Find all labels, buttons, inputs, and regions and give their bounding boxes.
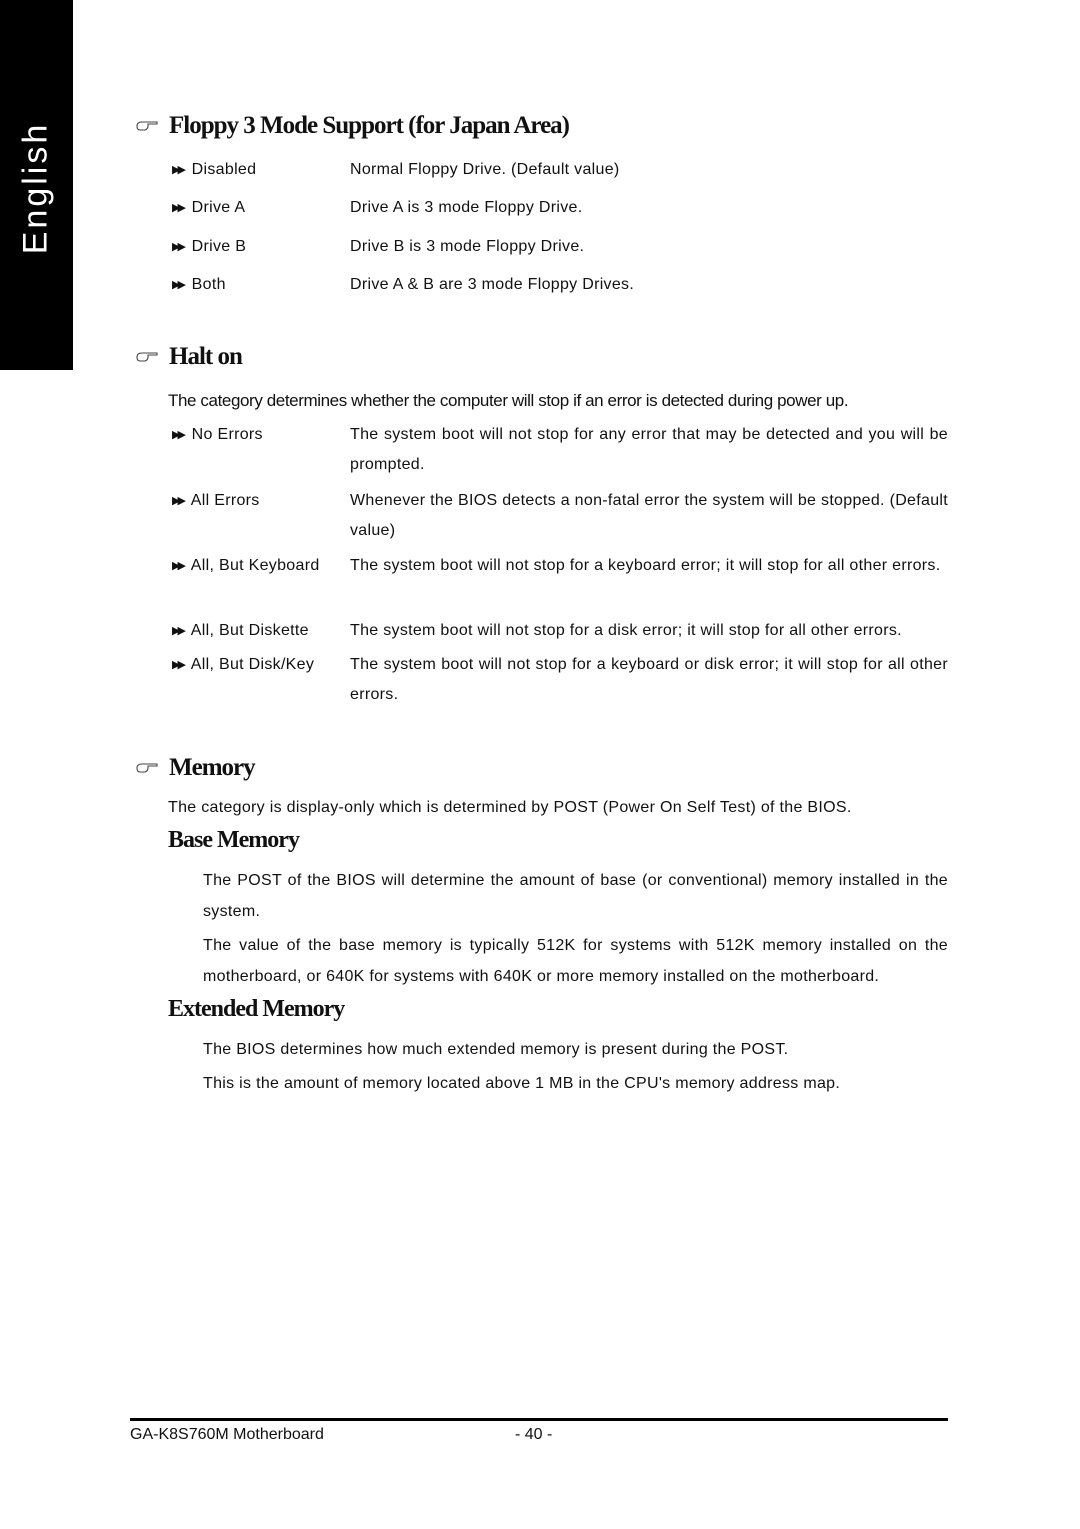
option-desc: Drive A is 3 mode Floppy Drive. [350, 199, 583, 216]
option-drive-b: ▶▶ Drive B [172, 238, 247, 255]
halt-intro: The category determines whether the comp… [168, 391, 849, 410]
extended-memory-para: This is the amount of memory located abo… [203, 1075, 841, 1092]
extended-memory-para: The BIOS determines how much extended me… [203, 1041, 789, 1058]
option-disabled: ▶▶ Disabled [172, 161, 257, 178]
double-arrow-icon: ▶▶ [172, 429, 186, 441]
double-arrow-icon: ▶▶ [172, 495, 186, 507]
language-side-tab: English [0, 0, 73, 370]
section-title-floppy: Floppy 3 Mode Support (for Japan Area) [135, 112, 570, 140]
double-arrow-icon: ▶▶ [172, 241, 186, 253]
option-all-errors: ▶▶ All Errors [172, 492, 260, 509]
option-desc: The system boot will not stop for a keyb… [350, 656, 948, 703]
option-desc: Drive B is 3 mode Floppy Drive. [350, 238, 585, 255]
option-desc: Normal Floppy Drive. (Default value) [350, 161, 620, 178]
pointing-hand-icon [136, 352, 158, 362]
option-drive-a: ▶▶ Drive A [172, 199, 246, 216]
double-arrow-icon: ▶▶ [172, 560, 186, 572]
double-arrow-icon: ▶▶ [172, 164, 186, 176]
extended-memory-title: Extended Memory [168, 996, 345, 1022]
section-title-memory: Memory [135, 754, 256, 782]
option-no-errors: ▶▶ No Errors [172, 426, 263, 443]
base-memory-para: The value of the base memory is typicall… [203, 937, 948, 985]
pointing-hand-icon [136, 763, 158, 773]
pointing-hand-icon [136, 121, 158, 131]
double-arrow-icon: ▶▶ [172, 279, 186, 291]
option-all-but-diskette: ▶▶ All, But Diskette [172, 622, 309, 639]
option-all-but-keyboard: ▶▶ All, But Keyboard [172, 557, 320, 574]
section-title-halt-on: Halt on [135, 343, 243, 371]
footer-product: GA-K8S760M Motherboard [130, 1426, 324, 1443]
option-both: ▶▶ Both [172, 276, 226, 293]
option-desc: The system boot will not stop for a keyb… [350, 557, 941, 574]
option-all-but-disk-key: ▶▶ All, But Disk/Key [172, 656, 315, 673]
option-desc: The system boot will not stop for a disk… [350, 622, 902, 639]
page-number: - 40 - [515, 1426, 553, 1443]
double-arrow-icon: ▶▶ [172, 625, 186, 637]
memory-intro: The category is display-only which is de… [168, 799, 852, 816]
option-desc: Whenever the BIOS detects a non-fatal er… [350, 492, 948, 539]
language-label: English [16, 121, 55, 255]
double-arrow-icon: ▶▶ [172, 659, 186, 671]
option-desc: The system boot will not stop for any er… [350, 426, 948, 473]
base-memory-title: Base Memory [168, 827, 300, 853]
double-arrow-icon: ▶▶ [172, 202, 186, 214]
option-desc: Drive A & B are 3 mode Floppy Drives. [350, 276, 635, 293]
footer-divider [130, 1418, 948, 1421]
base-memory-para: The POST of the BIOS will determine the … [203, 872, 948, 920]
